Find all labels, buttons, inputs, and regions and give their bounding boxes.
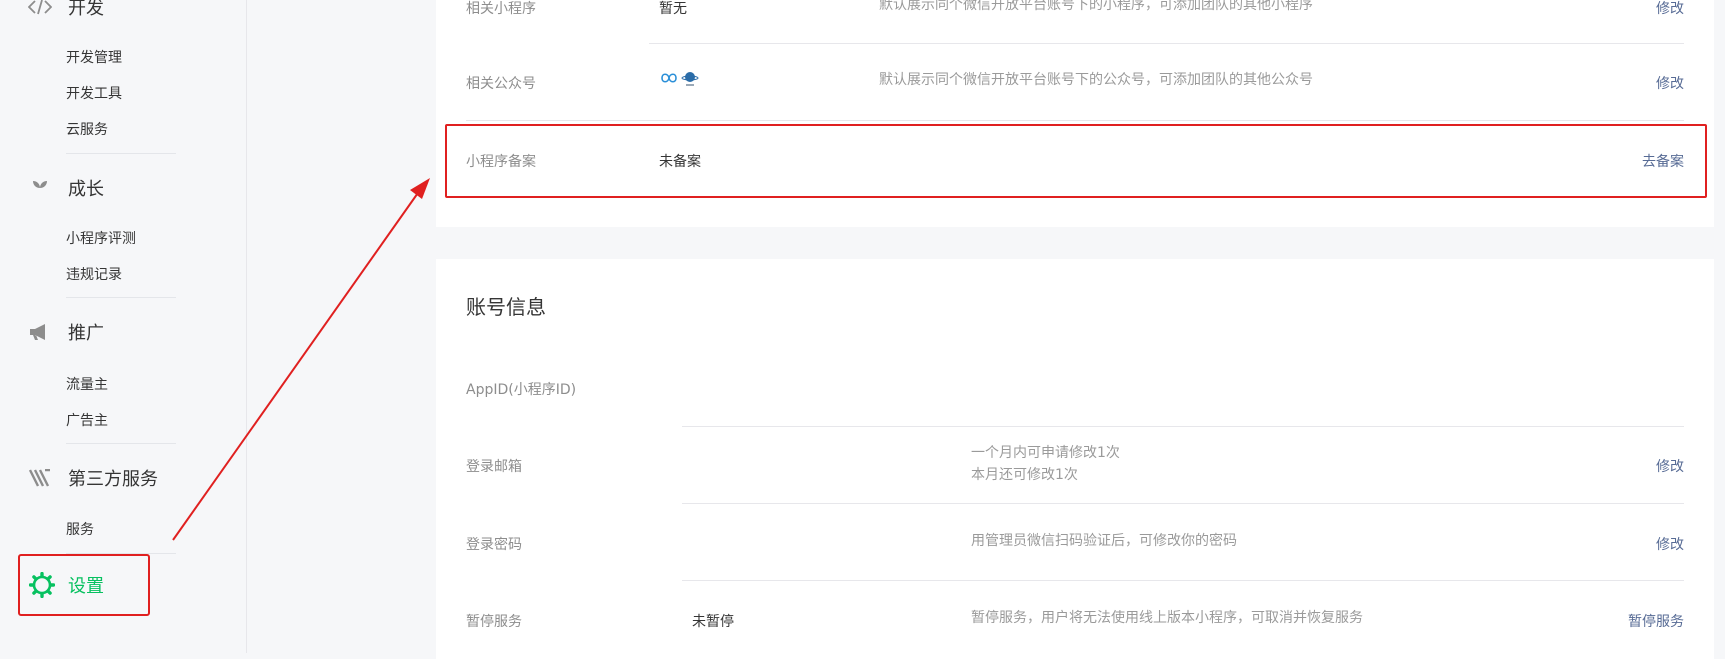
nav-item-dev-management[interactable]: 开发管理 — [66, 47, 122, 67]
gear-icon — [28, 571, 56, 599]
nav-item-settings-label: 设置 — [68, 576, 104, 597]
megaphone-icon — [28, 320, 52, 344]
modify-link[interactable]: 修改 — [1656, 456, 1684, 476]
modify-link[interactable]: 修改 — [1656, 534, 1684, 554]
row-divider — [682, 580, 1684, 581]
nav-divider — [66, 443, 176, 444]
nav-item-services[interactable]: 服务 — [66, 519, 94, 539]
account-info-card: 账号信息 AppID(小程序ID) 登录邮箱 一个月内可申请修改1次 本月还可修… — [436, 259, 1714, 659]
sidebar: 开发 开发管理 开发工具 云服务 成长 小程序评测 违规记录 推广 流量主 广告… — [0, 0, 247, 653]
section-title: 账号信息 — [466, 295, 546, 319]
code-icon — [28, 0, 52, 19]
nav-item-traffic-owner[interactable]: 流量主 — [66, 374, 108, 394]
account-avatar-icon — [681, 72, 699, 86]
row-desc-line: 一个月内可申请修改1次 — [971, 445, 1120, 461]
nav-group-develop[interactable]: 开发 — [28, 0, 104, 22]
row-value: 暂无 — [659, 1, 687, 17]
nav-group-third-party[interactable]: 第三方服务 — [28, 463, 158, 493]
nav-item-dev-tools[interactable]: 开发工具 — [66, 83, 122, 103]
row-label: 登录密码 — [466, 537, 522, 553]
row-desc: 用管理员微信扫码验证后，可修改你的密码 — [971, 533, 1237, 549]
nav-divider — [66, 153, 176, 154]
nav-divider — [66, 297, 176, 298]
row-desc: 默认展示同个微信开放平台账号下的公众号，可添加团队的其他公众号 — [879, 72, 1313, 88]
row-divider — [649, 43, 1684, 44]
row-desc: 默认展示同个微信开放平台账号下的小程序，可添加团队的其他小程序 — [879, 0, 1313, 13]
row-label: 登录邮箱 — [466, 459, 522, 475]
nav-group-promotion[interactable]: 推广 — [28, 317, 104, 347]
nav-group-growth[interactable]: 成长 — [28, 173, 104, 203]
third-party-icon — [28, 466, 52, 490]
nav-item-violations[interactable]: 违规记录 — [66, 264, 122, 284]
row-divider — [682, 426, 1684, 427]
nav-item-evaluation[interactable]: 小程序评测 — [66, 228, 136, 248]
modify-link[interactable]: 修改 — [1656, 0, 1684, 18]
modify-link[interactable]: 修改 — [1656, 73, 1684, 93]
nav-item-settings[interactable]: 设置 — [18, 554, 150, 616]
row-divider — [682, 503, 1684, 504]
row-label: AppID(小程序ID) — [466, 382, 577, 398]
sprout-icon — [28, 176, 52, 200]
nav-group-label: 第三方服务 — [68, 469, 158, 490]
nav-item-cloud-service[interactable]: 云服务 — [66, 119, 108, 139]
row-desc: 暂停服务，用户将无法使用线上版本小程序，可取消并恢复服务 — [971, 610, 1363, 626]
annotation-highlight-box — [445, 124, 1707, 198]
account-avatar-icon — [661, 73, 677, 83]
row-desc-line: 本月还可修改1次 — [971, 467, 1078, 483]
row-label: 暂停服务 — [466, 614, 522, 630]
row-label: 相关公众号 — [466, 76, 536, 92]
nav-group-label: 成长 — [68, 179, 104, 200]
row-divider — [466, 120, 1684, 121]
row-label: 相关小程序 — [466, 1, 536, 17]
nav-item-advertiser[interactable]: 广告主 — [66, 410, 108, 430]
official-account-avatars[interactable] — [659, 70, 699, 88]
suspend-status: 未暂停 — [692, 614, 734, 630]
nav-group-label: 推广 — [68, 323, 104, 344]
suspend-service-link[interactable]: 暂停服务 — [1628, 611, 1684, 631]
nav-group-label: 开发 — [68, 0, 104, 19]
